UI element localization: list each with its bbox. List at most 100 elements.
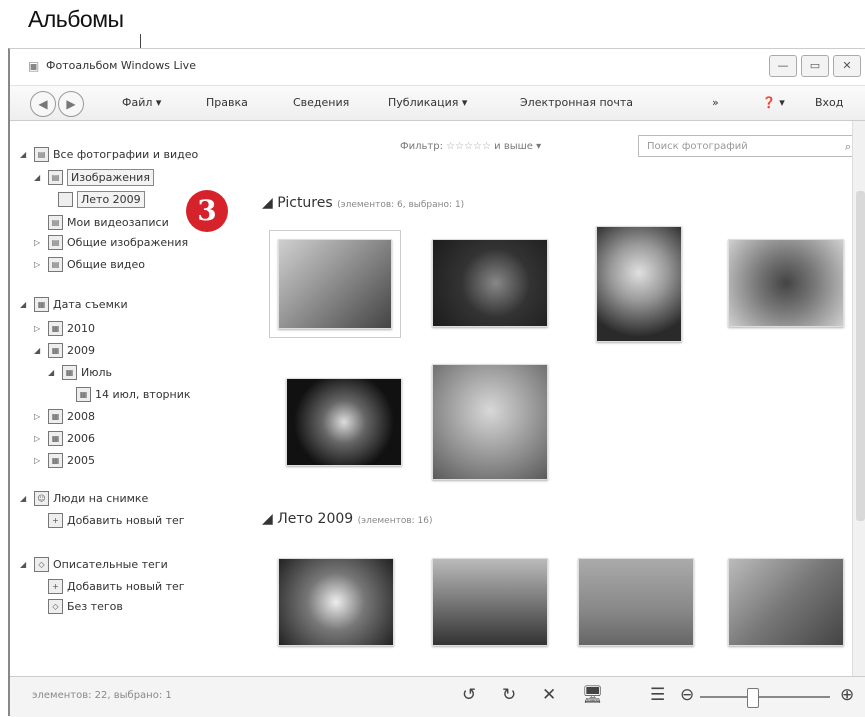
more-menus-button[interactable]: » [712,96,719,109]
calendar-icon: ▦ [48,431,63,446]
tree-all-photos[interactable]: ◢ ▤ Все фотографии и видео [20,147,198,162]
expand-arrow-icon[interactable]: ◢ [34,173,44,182]
tree-date-taken[interactable]: ◢ ▦ Дата съемки [20,297,128,312]
menu-file[interactable]: Файл ▾ [122,96,161,109]
back-button[interactable]: ◀ [30,91,56,117]
tree-shared-images[interactable]: ▷ ▤ Общие изображения [34,235,188,250]
tree-label: Общие изображения [67,236,189,249]
tree-day-jul-14[interactable]: ▦ 14 июл, вторник [76,387,191,402]
minimize-button[interactable]: — [769,55,797,77]
tree-label: Дата съемки [53,298,128,311]
zoom-in-icon[interactable]: ⊕ [840,685,854,705]
expand-arrow-icon[interactable]: ▷ [34,260,44,269]
albums-callout-label: Альбомы [28,6,124,32]
close-button[interactable]: ✕ [833,55,861,77]
expand-arrow-icon[interactable]: ◢ [48,368,58,377]
menu-info[interactable]: Сведения [293,96,349,109]
expand-arrow-icon[interactable]: ◢ [20,300,30,309]
tree-year-2009[interactable]: ◢ ▦ 2009 [34,343,95,358]
tree-label: Мои видеозаписи [67,216,169,229]
photo-thumbnail[interactable] [432,364,548,480]
group-header-pictures[interactable]: ◢ Pictures (элементов: 6, выбрано: 1) [262,195,464,211]
tree-album-leto-2009[interactable]: Лето 2009 [58,191,145,208]
video-folder-icon: ▤ [48,215,63,230]
expand-arrow-icon[interactable]: ▷ [34,412,44,421]
filter-dropdown[interactable]: и выше ▾ [494,141,541,152]
tree-label: Описательные теги [53,558,168,571]
maximize-button[interactable]: ▭ [801,55,829,77]
rotate-right-icon[interactable]: ↻ [502,685,516,705]
untagged-filter[interactable]: ◇ Без тегов [48,599,123,614]
zoom-out-icon[interactable]: ⊖ [680,685,694,705]
expand-arrow-icon[interactable]: ▷ [34,456,44,465]
rotate-left-icon[interactable]: ↺ [462,685,476,705]
photo-content-area: Фильтр: ☆☆☆☆☆ и выше ▾ Поиск фотографий … [250,121,858,676]
app-icon: ▣ [28,59,40,73]
library-icon: ▤ [34,147,49,162]
tree-shared-video[interactable]: ▷ ▤ Общие видео [34,257,145,272]
photo-thumbnail[interactable] [728,558,844,646]
search-icon[interactable]: ⌕ [845,136,851,158]
tag-icon: ◇ [34,557,49,572]
tree-label: 2006 [67,432,95,445]
expand-arrow-icon[interactable]: ▷ [34,238,44,247]
photo-thumbnail[interactable] [286,378,402,466]
star-rating-icon[interactable]: ☆☆☆☆☆ [446,141,491,152]
rating-filter[interactable]: Фильтр: ☆☆☆☆☆ и выше ▾ [400,141,541,152]
group-header-leto-2009[interactable]: ◢ Лето 2009 (элементов: 16) [262,511,433,527]
photo-thumbnail[interactable] [578,558,694,646]
tree-month-july[interactable]: ◢ ▦ Июль [48,365,112,380]
expand-arrow-icon[interactable]: ◢ [20,494,30,503]
calendar-icon: ▦ [48,409,63,424]
menu-publish[interactable]: Публикация ▾ [388,96,467,109]
tree-year-2005[interactable]: ▷ ▦ 2005 [34,453,95,468]
menu-edit[interactable]: Правка [206,96,248,109]
tree-label: 2010 [67,322,95,335]
filter-label: Фильтр: [400,141,443,152]
calendar-icon: ▦ [48,343,63,358]
expand-arrow-icon[interactable]: ◢ [34,346,44,355]
calendar-icon: ▦ [48,453,63,468]
scrollbar-thumb[interactable] [856,191,865,521]
toolbar: ◀ ▶ Файл ▾ Правка Сведения Публикация ▾ … [10,86,865,121]
view-details-icon[interactable]: ☰ [650,685,665,705]
calendar-icon: ▦ [48,321,63,336]
photo-thumbnail[interactable] [728,239,844,327]
photo-thumbnail[interactable] [596,226,682,342]
tree-year-2006[interactable]: ▷ ▦ 2006 [34,431,95,446]
search-input[interactable]: Поиск фотографий ⌕ [638,135,858,157]
tree-year-2010[interactable]: ▷ ▦ 2010 [34,321,95,336]
step-badge: 3 [186,190,228,232]
photo-thumbnail[interactable] [269,230,401,338]
delete-icon[interactable]: ✕ [542,685,556,705]
add-descriptive-tag[interactable]: + Добавить новый тег [48,579,185,594]
group-count: (элементов: 16) [357,516,433,526]
window-title: Фотоальбом Windows Live [46,59,196,72]
signin-button[interactable]: Вход [815,96,843,109]
add-person-tag[interactable]: + Добавить новый тег [48,513,185,528]
tree-images[interactable]: ◢ ▤ Изображения [34,169,154,186]
photo-thumbnail[interactable] [278,558,394,646]
help-button[interactable]: ❓ ▾ [762,96,785,109]
expand-arrow-icon[interactable]: ◢ [20,150,30,159]
expand-arrow-icon[interactable]: ▷ [34,434,44,443]
zoom-slider[interactable] [700,696,830,698]
tree-people-tags[interactable]: ◢ ☺ Люди на снимке [20,491,148,506]
tree-label: Июль [81,366,113,379]
photo-thumbnail[interactable] [432,239,548,327]
tree-descriptive-tags[interactable]: ◢ ◇ Описательные теги [20,557,168,572]
expand-arrow-icon[interactable]: ▷ [34,324,44,333]
group-count: (элементов: 6, выбрано: 1) [337,200,465,210]
zoom-slider-handle[interactable] [747,688,759,708]
photo-thumbnail[interactable] [432,558,548,646]
tag-icon: ◇ [48,599,63,614]
tree-label: Добавить новый тег [67,514,185,527]
tree-year-2008[interactable]: ▷ ▦ 2008 [34,409,95,424]
expand-arrow-icon[interactable]: ◢ [20,560,30,569]
tree-my-videos[interactable]: ▤ Мои видеозаписи [48,215,169,230]
slideshow-icon[interactable]: 🖥 [582,685,604,705]
search-placeholder: Поиск фотографий [647,141,748,152]
menu-email[interactable]: Электронная почта [520,96,633,109]
forward-button[interactable]: ▶ [58,91,84,117]
vertical-scrollbar[interactable] [852,121,865,676]
